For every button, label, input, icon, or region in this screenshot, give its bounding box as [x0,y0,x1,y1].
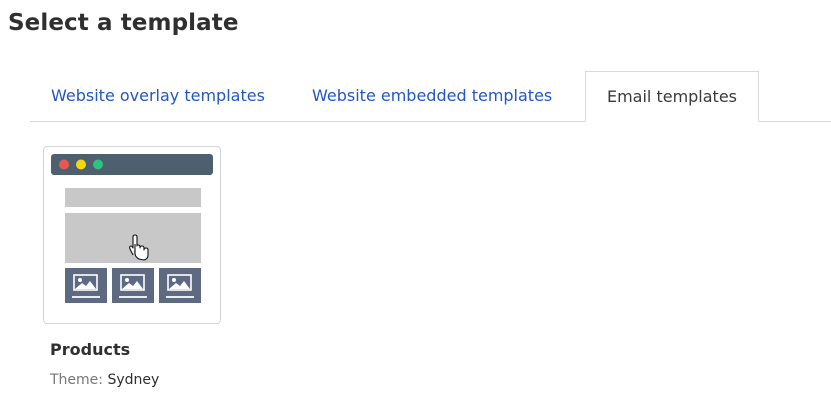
window-dot-green [93,159,103,170]
tab-email[interactable]: Email templates [585,71,759,122]
tab-website-embedded[interactable]: Website embedded templates [312,71,552,121]
template-tabs: Website overlay templates Website embedd… [30,71,831,122]
window-bar [51,154,213,175]
theme-label: Theme: [50,372,104,388]
template-name: Products [50,340,131,359]
image-icon [159,268,201,303]
page-title: Select a template [8,10,239,36]
template-card-products[interactable] [43,146,221,324]
header-placeholder [65,188,201,207]
template-selection-page: Select a template Website overlay templa… [0,0,831,411]
theme-value: Sydney [107,372,160,388]
template-thumbnail [51,154,213,303]
window-dot-red [59,159,69,170]
window-dot-yellow [76,159,86,170]
image-icon [65,268,107,303]
tab-website-overlay[interactable]: Website overlay templates [51,71,265,121]
template-theme: Theme: Sydney [50,372,159,388]
image-icon [112,268,154,303]
